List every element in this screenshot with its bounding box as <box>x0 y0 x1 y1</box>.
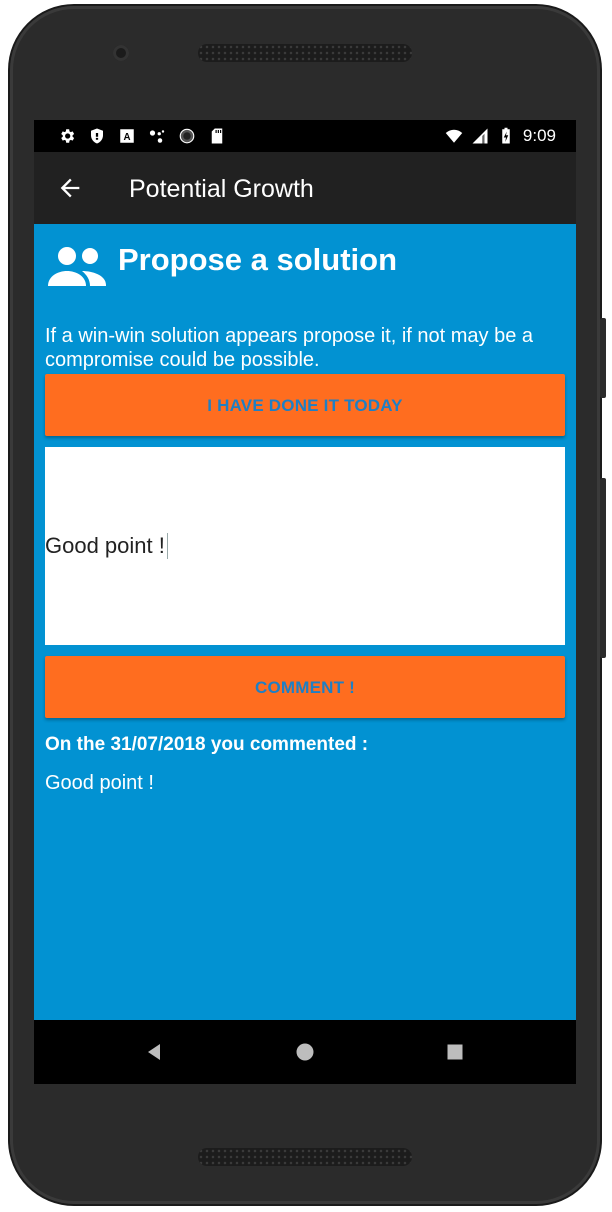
a-box-icon: A <box>120 129 134 143</box>
assistant-dots-icon <box>149 130 165 143</box>
status-time: 9:09 <box>522 126 556 145</box>
nav-home-icon[interactable] <box>295 1042 315 1062</box>
section-title: Propose a solution <box>118 242 398 277</box>
circle-icon <box>179 128 195 144</box>
arrow-back-icon[interactable] <box>56 174 84 202</box>
top-speaker <box>198 44 412 62</box>
comment-input-value: Good point ! <box>45 533 165 558</box>
comment-input[interactable]: Good point ! <box>45 447 565 645</box>
navigation-bar <box>34 1020 576 1084</box>
done-today-button[interactable]: I HAVE DONE IT TODAY <box>45 374 565 436</box>
status-bar: A 9:09 <box>34 120 576 152</box>
comment-button[interactable]: COMMENT ! <box>45 656 565 718</box>
svg-text:A: A <box>123 132 130 143</box>
comment-text: Good point ! <box>45 772 154 794</box>
status-bar-right-icons: 9:09 <box>445 126 556 146</box>
app-title: Potential Growth <box>129 175 314 203</box>
nav-recent-icon[interactable] <box>445 1042 465 1062</box>
text-caret <box>166 533 168 559</box>
status-bar-left-icons: A <box>58 127 226 145</box>
bottom-speaker <box>198 1148 412 1166</box>
signal-icon <box>472 128 488 144</box>
battery-charging-icon <box>502 127 510 144</box>
shield-icon <box>91 128 103 144</box>
comment-header: On the 31/07/2018 you commented : <box>45 734 369 755</box>
screen: A 9:09 Potential Growth Propose a soluti… <box>34 120 576 1084</box>
wifi-icon <box>445 129 463 143</box>
app-bar: Potential Growth <box>34 152 576 224</box>
section-description: If a win-win solution appears propose it… <box>45 325 534 371</box>
main-content: Propose a solution If a win-win solution… <box>34 224 576 1020</box>
people-icon <box>48 247 106 286</box>
settings-icon <box>61 129 75 143</box>
power-button <box>600 318 606 398</box>
nav-back-icon[interactable] <box>144 1042 164 1062</box>
front-camera <box>113 45 129 61</box>
volume-button <box>600 478 606 658</box>
sd-card-icon <box>211 128 223 144</box>
